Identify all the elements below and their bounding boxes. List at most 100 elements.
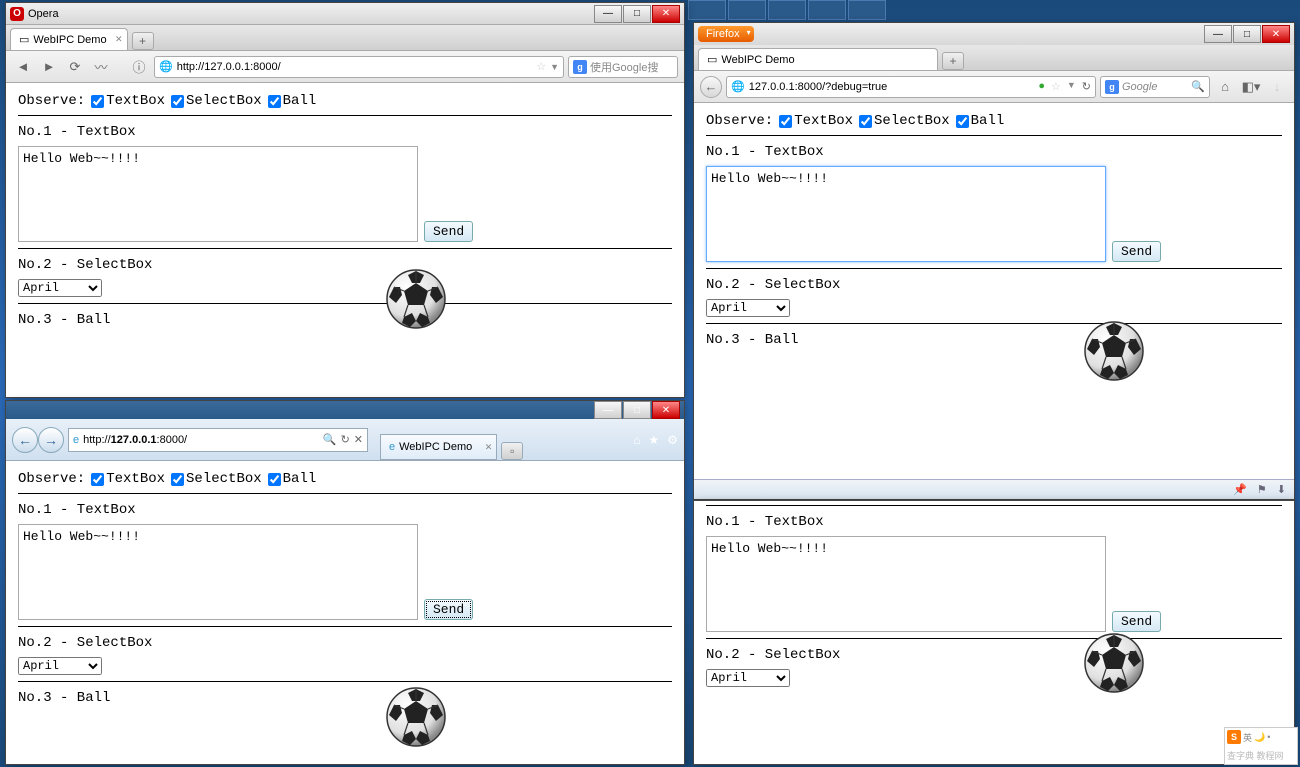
textbox-input[interactable] bbox=[706, 166, 1106, 262]
opera-window: O Opera — □ ✕ ▭ WebIPC Demo ✕ + ◄ ► ⟳ 〰 … bbox=[5, 2, 685, 398]
maximize-button[interactable]: □ bbox=[1233, 25, 1261, 43]
bookmark-star-icon[interactable]: ☆ bbox=[536, 60, 546, 73]
checkbox-selectbox[interactable]: SelectBox bbox=[171, 471, 262, 487]
minimize-button[interactable]: — bbox=[594, 401, 622, 419]
close-button[interactable]: ✕ bbox=[652, 401, 680, 419]
close-button[interactable]: ✕ bbox=[652, 5, 680, 23]
home-button[interactable]: 〰 bbox=[90, 56, 112, 78]
minimize-button[interactable]: — bbox=[1204, 25, 1232, 43]
dropdown-icon[interactable]: ▼ bbox=[550, 62, 559, 72]
soccer-ball-icon[interactable] bbox=[1084, 321, 1144, 381]
checkbox-selectbox[interactable]: SelectBox bbox=[171, 93, 262, 109]
back-button[interactable]: ← bbox=[12, 427, 38, 453]
ime-widget[interactable]: S英🌙• 查字典 教程网 bbox=[1224, 727, 1298, 765]
textbox-input[interactable] bbox=[18, 524, 418, 620]
share-icon[interactable]: ● bbox=[1038, 80, 1045, 93]
ie2-window: No.1 - TextBox Send No.2 - SelectBox Apr… bbox=[693, 500, 1295, 765]
send-button[interactable]: Send bbox=[1112, 241, 1161, 262]
forward-button[interactable]: ► bbox=[38, 56, 60, 78]
checkbox-ball[interactable]: Ball bbox=[956, 113, 1005, 129]
send-button[interactable]: Send bbox=[424, 221, 473, 242]
address-bar[interactable]: 🌐 127.0.0.1:8000/?debug=true ● ☆ ▼ ↻ bbox=[726, 76, 1096, 98]
search-box[interactable]: g Google 🔍 bbox=[1100, 76, 1210, 98]
firefox-menu-button[interactable]: Firefox bbox=[698, 26, 754, 42]
section-2-title: No.2 - SelectBox bbox=[706, 277, 1282, 293]
month-select[interactable]: April bbox=[18, 279, 102, 297]
tools-icon[interactable]: ⚙ bbox=[667, 433, 678, 447]
browser-tab[interactable]: e WebIPC Demo ✕ bbox=[380, 434, 497, 460]
maximize-button[interactable]: □ bbox=[623, 401, 651, 419]
globe-icon: 🌐 bbox=[159, 60, 173, 73]
month-select[interactable]: April bbox=[706, 299, 790, 317]
checkbox-textbox[interactable]: TextBox bbox=[91, 471, 165, 487]
favorites-icon[interactable]: ★ bbox=[648, 433, 659, 447]
browser-tab[interactable]: ▭ WebIPC Demo bbox=[698, 48, 938, 70]
reload-icon[interactable]: ↻ bbox=[341, 433, 350, 446]
site-info-icon[interactable]: ⓘ bbox=[128, 56, 150, 78]
tab-title: WebIPC Demo bbox=[399, 441, 472, 453]
section-1-title: No.1 - TextBox bbox=[18, 124, 672, 140]
globe-icon: 🌐 bbox=[731, 80, 745, 93]
observe-label: Observe: bbox=[18, 471, 85, 487]
checkbox-textbox[interactable]: TextBox bbox=[779, 113, 853, 129]
page-icon: ▭ bbox=[19, 33, 29, 46]
firefox-content: Observe: TextBox SelectBox Ball No.1 - T… bbox=[694, 103, 1294, 479]
checkbox-textbox[interactable]: TextBox bbox=[91, 93, 165, 109]
flag-icon[interactable]: ⚑ bbox=[1257, 483, 1267, 496]
dropdown-icon[interactable]: ▼ bbox=[1067, 80, 1076, 93]
send-button[interactable]: Send bbox=[1112, 611, 1161, 632]
back-button[interactable]: ← bbox=[700, 76, 722, 98]
address-bar[interactable]: e http://127.0.0.1:8000/ 🔍 ↻ ✕ bbox=[68, 428, 368, 452]
reload-icon[interactable]: ↻ bbox=[1082, 80, 1091, 93]
address-bar[interactable]: 🌐 http://127.0.0.1:8000/ ☆ ▼ bbox=[154, 56, 564, 78]
month-select[interactable]: April bbox=[18, 657, 102, 675]
section-1-title: No.1 - TextBox bbox=[706, 144, 1282, 160]
checkbox-ball[interactable]: Ball bbox=[268, 93, 317, 109]
new-tab-button[interactable]: + bbox=[132, 32, 154, 50]
minimize-button[interactable]: — bbox=[594, 5, 622, 23]
section-3-title: No.3 - Ball bbox=[18, 690, 672, 706]
search-placeholder: Google bbox=[1122, 81, 1157, 93]
download-icon[interactable]: ⬇ bbox=[1277, 483, 1286, 496]
ie-titlebar[interactable]: — □ ✕ bbox=[6, 401, 684, 419]
opera-titlebar[interactable]: O Opera — □ ✕ bbox=[6, 3, 684, 25]
firefox-titlebar[interactable]: Firefox — □ ✕ bbox=[694, 23, 1294, 45]
textbox-input[interactable] bbox=[18, 146, 418, 242]
search-icon[interactable]: 🔍 bbox=[323, 433, 337, 446]
pin-icon[interactable]: 📌 bbox=[1233, 483, 1247, 496]
checkbox-selectbox[interactable]: SelectBox bbox=[859, 113, 950, 129]
checkbox-ball[interactable]: Ball bbox=[268, 471, 317, 487]
home-button[interactable]: ⌂ bbox=[1214, 76, 1236, 98]
tab-close-icon[interactable]: ✕ bbox=[485, 442, 493, 453]
close-button[interactable]: ✕ bbox=[1262, 25, 1290, 43]
tab-close-icon[interactable]: ✕ bbox=[115, 34, 123, 45]
back-button[interactable]: ◄ bbox=[12, 56, 34, 78]
ie-navbar: ← → e http://127.0.0.1:8000/ 🔍 ↻ ✕ e Web… bbox=[6, 419, 684, 461]
new-tab-button[interactable]: ▫ bbox=[501, 442, 523, 460]
stop-icon[interactable]: ✕ bbox=[354, 433, 363, 446]
search-box[interactable]: g 使用Google搜 bbox=[568, 56, 678, 78]
bookmark-star-icon[interactable]: ☆ bbox=[1051, 80, 1061, 93]
soccer-ball-icon[interactable] bbox=[386, 687, 446, 747]
browser-tab[interactable]: ▭ WebIPC Demo ✕ bbox=[10, 28, 128, 50]
firefox-statusbar: 📌 ⚑ ⬇ bbox=[694, 479, 1294, 499]
reload-button[interactable]: ⟳ bbox=[64, 56, 86, 78]
soccer-ball-icon[interactable] bbox=[386, 269, 446, 329]
firefox-tabbar: ▭ WebIPC Demo + bbox=[694, 45, 1294, 71]
month-select[interactable]: April bbox=[706, 669, 790, 687]
home-icon[interactable]: ⌂ bbox=[633, 433, 640, 447]
bookmarks-menu-button[interactable]: ◧▾ bbox=[1240, 76, 1262, 98]
forward-button[interactable]: → bbox=[38, 427, 64, 453]
send-button[interactable]: Send bbox=[424, 599, 473, 620]
soccer-ball-icon[interactable] bbox=[1084, 633, 1144, 693]
downloads-button[interactable]: ↓ bbox=[1266, 76, 1288, 98]
new-tab-button[interactable]: + bbox=[942, 52, 964, 70]
tab-title: WebIPC Demo bbox=[33, 34, 106, 46]
dot-icon: • bbox=[1267, 732, 1270, 742]
opera-tabbar: ▭ WebIPC Demo ✕ + bbox=[6, 25, 684, 51]
search-icon[interactable]: 🔍 bbox=[1191, 80, 1205, 93]
opera-navbar: ◄ ► ⟳ 〰 ⓘ 🌐 http://127.0.0.1:8000/ ☆ ▼ g… bbox=[6, 51, 684, 83]
textbox-input[interactable] bbox=[706, 536, 1106, 632]
ie-window: — □ ✕ ← → e http://127.0.0.1:8000/ 🔍 ↻ ✕… bbox=[5, 400, 685, 765]
maximize-button[interactable]: □ bbox=[623, 5, 651, 23]
